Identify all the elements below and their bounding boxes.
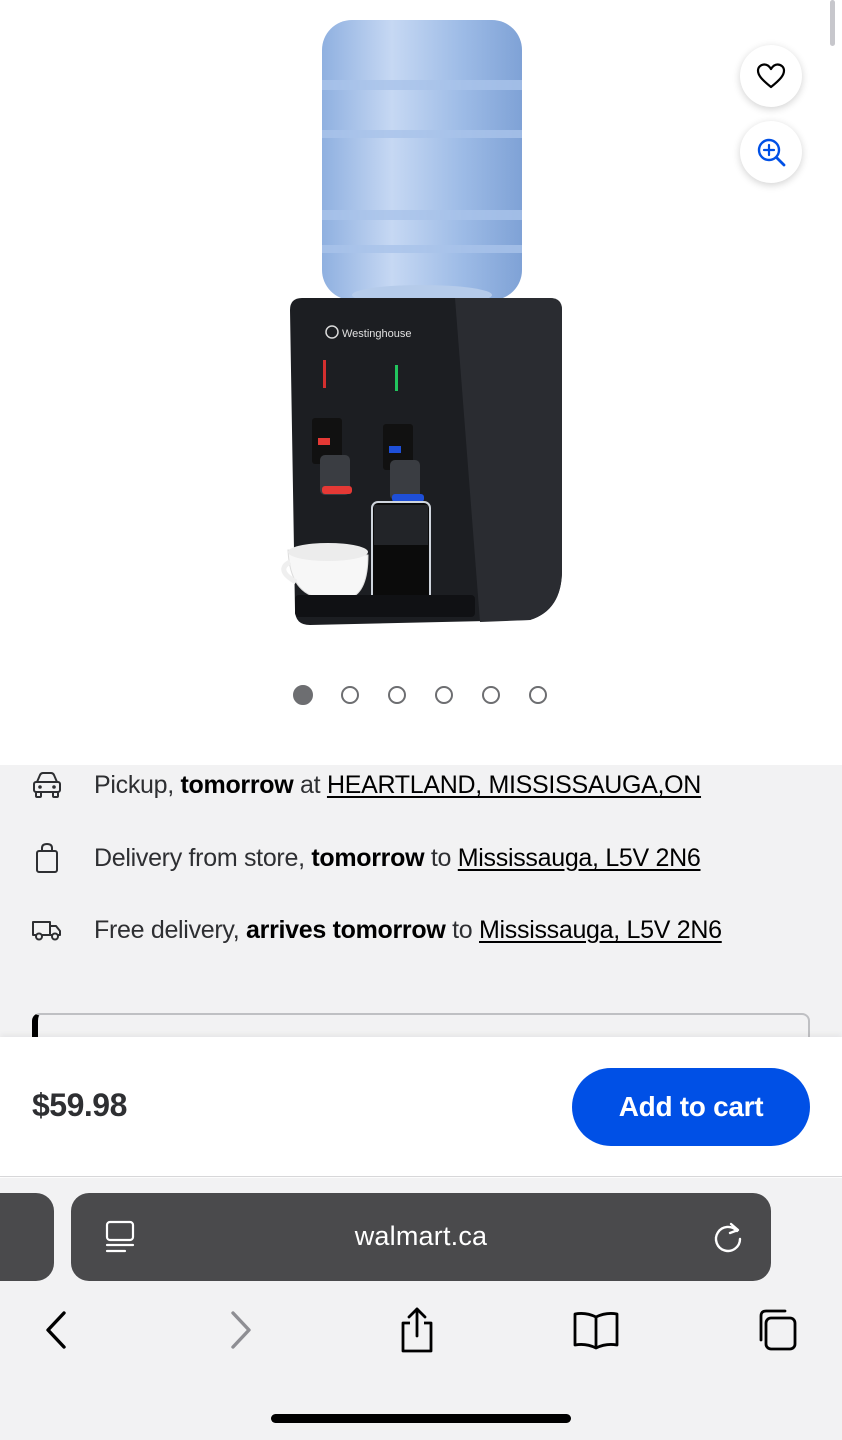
store-delivery-text: Delivery from store, tomorrow to Mississ… [94,844,701,872]
browser-chrome: walmart.ca [0,1178,842,1440]
gallery-dot[interactable] [529,686,547,704]
shopping-bag-icon [30,842,64,874]
gallery-dot[interactable] [293,685,313,705]
pickup-option: Pickup, tomorrow at HEARTLAND, MISSISSAU… [0,765,842,805]
delivery-truck-icon [30,914,64,946]
previous-tab[interactable] [0,1193,54,1281]
product-price: $59.98 [32,1087,127,1123]
store-delivery-location-link[interactable]: Mississauga, L5V 2N6 [458,844,701,872]
home-indicator[interactable] [271,1414,571,1423]
gallery-pagination [0,685,842,707]
heart-icon [756,63,786,89]
zoom-button[interactable] [740,121,802,183]
product-image[interactable]: Westinghouse [250,10,590,650]
info-card [32,1013,810,1037]
free-delivery-location-link[interactable]: Mississauga, L5V 2N6 [479,916,722,944]
free-delivery-option: Free delivery, arrives tomorrow to Missi… [0,910,842,950]
store-delivery-option: Delivery from store, tomorrow to Mississ… [0,838,842,878]
url-text: walmart.ca [354,1221,488,1251]
back-icon [46,1311,66,1349]
gallery-dot[interactable] [435,686,453,704]
forward-button[interactable] [210,1300,270,1360]
forward-icon [231,1311,251,1349]
brand-logo-text: Westinghouse [342,328,412,340]
fulfillment-options: Pickup, tomorrow at HEARTLAND, MISSISSAU… [0,765,842,1037]
tabs-button[interactable] [745,1300,805,1360]
reload-icon[interactable] [711,1219,745,1255]
browser-toolbar [0,1300,842,1360]
zoom-in-icon [757,138,786,167]
product-gallery[interactable]: Westinghouse [0,0,842,765]
free-delivery-text: Free delivery, arrives tomorrow to Missi… [94,916,722,944]
back-button[interactable] [27,1300,87,1360]
tabs-icon [759,1309,797,1351]
address-bar[interactable]: walmart.ca [71,1193,771,1281]
share-icon [401,1307,433,1353]
bookmarks-button[interactable] [566,1300,626,1360]
sticky-purchase-bar: $59.98 Add to cart [0,1037,842,1177]
gallery-dot[interactable] [388,686,406,704]
page-scrollbar[interactable] [830,0,835,46]
pickup-text: Pickup, tomorrow at HEARTLAND, MISSISSAU… [94,771,702,799]
car-icon [30,769,64,801]
favorite-button[interactable] [740,45,802,107]
gallery-dot[interactable] [482,686,500,704]
gallery-dot[interactable] [341,686,359,704]
bookmarks-icon [573,1312,619,1350]
pickup-store-link[interactable]: HEARTLAND, MISSISSAUGA,ON [327,771,701,799]
share-button[interactable] [387,1300,447,1360]
add-to-cart-button[interactable]: Add to cart [572,1068,810,1146]
